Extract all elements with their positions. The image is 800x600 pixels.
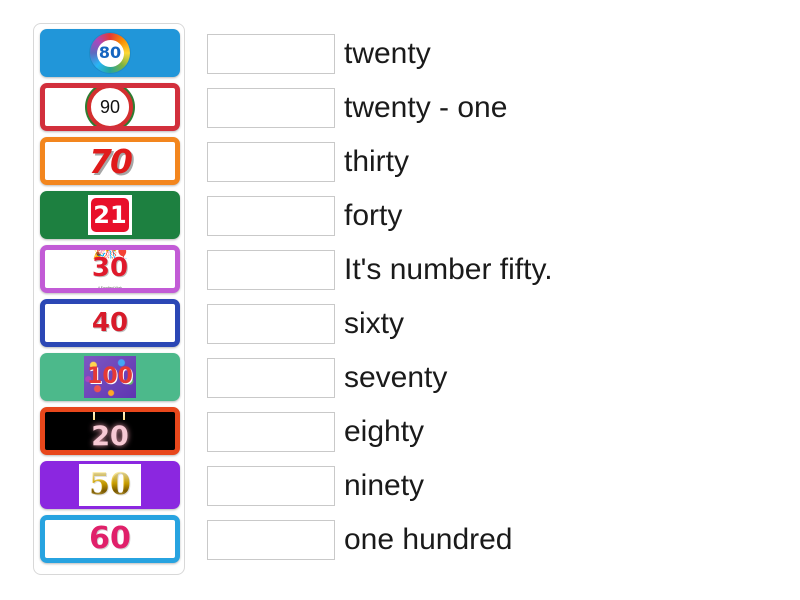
tile-value-70: 70	[89, 141, 133, 181]
number-tile-70[interactable]: 70	[40, 137, 180, 185]
tile-value-30: 30	[91, 253, 129, 283]
answer-row: sixty	[207, 304, 553, 344]
answer-row: seventy	[207, 358, 553, 398]
answer-label-sixty: sixty	[344, 307, 404, 340]
tile-value-100: 100	[87, 364, 133, 389]
tile-value-21: 21	[91, 198, 129, 232]
answer-row: thirty	[207, 142, 553, 182]
number-tile-60[interactable]: 60	[40, 515, 180, 563]
number-tile-21[interactable]: 21	[40, 191, 180, 239]
tile-value-20: 20	[91, 421, 129, 452]
drop-zone-forty[interactable]	[207, 196, 335, 236]
answer-row: twenty - one	[207, 88, 553, 128]
number-tile-20[interactable]: 20	[40, 407, 180, 455]
rainbow-ring-badge-icon: 80	[90, 33, 130, 73]
number-tile-50[interactable]: 50	[40, 461, 180, 509]
tile-value-80: 80	[96, 39, 124, 67]
number-tile-30[interactable]: 🎉🎊🎈 30 A Excellent Work	[40, 245, 180, 293]
drop-zone-ninety[interactable]	[207, 466, 335, 506]
answer-label-twenty: twenty	[344, 37, 431, 70]
speed-limit-sign-icon: 90	[87, 88, 133, 126]
drop-zone-fifty[interactable]	[207, 250, 335, 290]
tile-value-60: 60	[89, 521, 131, 556]
confetti-numerals-icon: 🎉🎊🎈 30 A Excellent Work	[65, 250, 155, 290]
answer-label-fifty: It's number fifty.	[344, 253, 553, 286]
tile-value-90: 90	[87, 88, 133, 126]
number-tiles-panel: 80 90 70 21 🎉🎊🎈 30 A Excellent Work 40 1…	[33, 23, 185, 575]
answer-label-ninety: ninety	[344, 469, 425, 502]
answer-label-forty: forty	[344, 199, 403, 232]
gold-numerals-card-icon: 50	[79, 464, 141, 506]
tile-value-40: 40	[91, 308, 129, 338]
tile-caption-30: A Excellent Work	[97, 286, 123, 290]
tile-value-50: 50	[89, 467, 131, 502]
drop-zone-one-hundred[interactable]	[207, 520, 335, 560]
confetti-card-icon: 100	[84, 356, 136, 398]
answer-label-one-hundred: one hundred	[344, 523, 513, 556]
answer-column: twenty twenty - one thirty forty It's nu…	[207, 34, 553, 560]
drop-zone-sixty[interactable]	[207, 304, 335, 344]
answer-row: eighty	[207, 412, 553, 452]
drop-zone-twenty[interactable]	[207, 34, 335, 74]
answer-row: ninety	[207, 466, 553, 506]
red-chip-card-icon: 21	[88, 195, 132, 235]
answer-row: It's number fifty.	[207, 250, 553, 290]
drop-zone-thirty[interactable]	[207, 142, 335, 182]
answer-label-thirty: thirty	[344, 145, 410, 178]
answer-label-twenty-one: twenty - one	[344, 91, 508, 124]
number-tile-90[interactable]: 90	[40, 83, 180, 131]
birthday-candle-icon: 20	[73, 412, 147, 452]
answer-row: twenty	[207, 34, 553, 74]
number-tile-40[interactable]: 40	[40, 299, 180, 347]
drop-zone-twenty-one[interactable]	[207, 88, 335, 128]
drop-zone-eighty[interactable]	[207, 412, 335, 452]
answer-label-seventy: seventy	[344, 361, 448, 394]
number-tile-100[interactable]: 100	[40, 353, 180, 401]
answer-label-eighty: eighty	[344, 415, 425, 448]
number-tile-80[interactable]: 80	[40, 29, 180, 77]
answer-row: forty	[207, 196, 553, 236]
answer-row: one hundred	[207, 520, 553, 560]
drop-zone-seventy[interactable]	[207, 358, 335, 398]
